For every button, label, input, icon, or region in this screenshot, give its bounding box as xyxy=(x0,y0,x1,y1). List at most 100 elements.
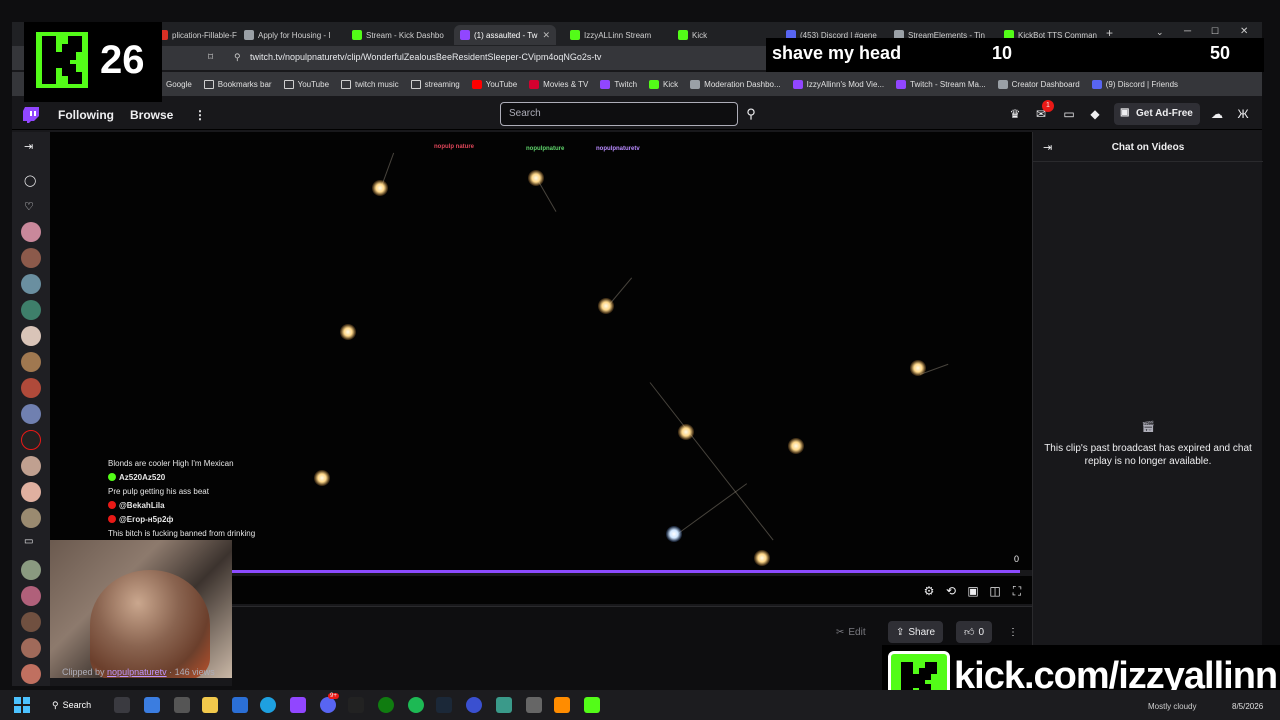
bookmark-item[interactable]: Movies & TV xyxy=(529,79,588,89)
app-icon[interactable] xyxy=(496,697,512,713)
search-input[interactable]: Search xyxy=(500,102,738,126)
tab-izzy-stream[interactable]: IzzyALLinn Stream xyxy=(564,25,664,45)
tab-kick-dashboard[interactable]: Stream - Kick Dashbo xyxy=(346,25,446,45)
prime-crown-icon[interactable]: ♛ xyxy=(1008,107,1022,121)
folder-icon xyxy=(203,79,214,89)
tab-kick[interactable]: Kick xyxy=(672,25,772,45)
cloud-icon[interactable]: ☁ xyxy=(1210,107,1224,121)
channel-avatar[interactable] xyxy=(21,456,41,476)
theatre-mode-icon[interactable]: ◫ xyxy=(988,584,1002,598)
weather-text[interactable]: Mostly cloudy xyxy=(1148,702,1196,711)
fullscreen-icon[interactable]: ⛶ xyxy=(1010,584,1024,598)
maximize-button[interactable]: ☐ xyxy=(1211,26,1219,37)
bookmark-star-icon[interactable]: ⌑ xyxy=(208,52,213,63)
following-heart-icon[interactable]: ♡ xyxy=(24,200,34,213)
expand-sidebar-icon[interactable]: ⇥ xyxy=(24,140,33,153)
video-camera-icon[interactable]: ▭ xyxy=(24,536,33,547)
app-icon[interactable] xyxy=(466,697,482,713)
minimize-button[interactable]: ─ xyxy=(1184,26,1191,37)
share-button[interactable]: ⇪ Share xyxy=(888,621,944,643)
twitch-logo-icon[interactable] xyxy=(22,106,40,124)
nav-following[interactable]: Following xyxy=(58,108,114,122)
clipper-link[interactable]: nopulpnaturetv xyxy=(107,667,167,677)
settings-gear-icon[interactable]: ⚙ xyxy=(922,584,936,598)
channel-avatar[interactable] xyxy=(21,352,41,372)
channel-avatar[interactable] xyxy=(21,248,41,268)
tab-housing[interactable]: Apply for Housing - I xyxy=(238,25,338,45)
user-avatar[interactable]: Ж xyxy=(1236,107,1250,121)
bookmark-item[interactable]: twitch music xyxy=(341,79,399,89)
watermark-logo: nopulpnature xyxy=(526,146,565,152)
channel-avatar[interactable] xyxy=(21,560,41,580)
search-icon[interactable]: ⚲ xyxy=(740,102,762,126)
bits-icon[interactable]: ◆ xyxy=(1088,107,1102,121)
clip-icon[interactable]: ⟲ xyxy=(944,584,958,598)
platform-badge-icon xyxy=(108,473,116,481)
app-icon[interactable] xyxy=(526,697,542,713)
more-options-icon[interactable]: ⋮ xyxy=(194,108,206,122)
url-field[interactable]: twitch.tv/nopulpnaturetv/clip/WonderfulZ… xyxy=(250,52,601,62)
light-orb xyxy=(910,360,926,376)
xbox-icon[interactable] xyxy=(378,697,394,713)
spotify-icon[interactable] xyxy=(408,697,424,713)
channel-avatar[interactable] xyxy=(21,612,41,632)
chat-overlay-line: Pre pulp getting his ass beat xyxy=(108,484,300,498)
vlc-icon[interactable] xyxy=(554,697,570,713)
clock-date[interactable]: 8/5/2026 xyxy=(1232,702,1263,711)
bookmark-item[interactable]: Bookmarks bar xyxy=(203,79,272,89)
bookmark-item[interactable]: Creator Dashboard xyxy=(997,79,1080,89)
edge-icon[interactable] xyxy=(260,697,276,713)
channel-avatar[interactable] xyxy=(21,300,41,320)
task-view-icon[interactable] xyxy=(114,697,130,713)
widgets-icon[interactable] xyxy=(174,697,190,713)
discord-icon[interactable] xyxy=(320,697,336,713)
nav-browse[interactable]: Browse xyxy=(130,108,173,122)
site-info-icon[interactable]: ⚲ xyxy=(234,52,241,63)
bookmark-item[interactable]: Twitch xyxy=(600,79,637,89)
file-explorer-icon[interactable] xyxy=(202,697,218,713)
taskbar-search[interactable]: ⚲ Search xyxy=(46,696,102,714)
close-tab-icon[interactable]: ✕ xyxy=(542,30,556,41)
channel-avatar[interactable] xyxy=(21,378,41,398)
tab-search-icon[interactable]: ⌄ xyxy=(1156,27,1164,38)
channel-avatar[interactable] xyxy=(21,508,41,528)
store-icon[interactable] xyxy=(232,697,248,713)
twitch-app-icon[interactable] xyxy=(290,697,306,713)
channel-avatar[interactable] xyxy=(21,664,41,684)
bookmark-item[interactable]: YouTube xyxy=(471,79,517,89)
copilot-icon[interactable] xyxy=(144,697,160,713)
channel-avatar[interactable] xyxy=(21,482,41,502)
window-close-button[interactable]: ✕ xyxy=(1240,26,1248,37)
whispers-icon[interactable]: ▭ xyxy=(1062,107,1076,121)
kick-app-icon[interactable] xyxy=(584,697,600,713)
watermark-logo: nopulp nature xyxy=(434,144,474,150)
like-button[interactable]: 👍︎ 0 xyxy=(956,621,993,643)
bookmark-item[interactable]: Kick xyxy=(649,79,678,89)
bookmark-item[interactable]: Twitch - Stream Ma... xyxy=(896,79,986,89)
steam-icon[interactable] xyxy=(436,697,452,713)
channel-avatar[interactable] xyxy=(21,274,41,294)
channel-avatar[interactable] xyxy=(21,222,41,242)
audio-app-icon[interactable] xyxy=(348,697,364,713)
video-progress-bar[interactable] xyxy=(232,570,1020,573)
light-orb xyxy=(598,298,614,314)
windows-start-icon[interactable] xyxy=(14,697,30,713)
site-favicon-icon xyxy=(529,79,540,89)
channel-avatar[interactable] xyxy=(21,404,41,424)
bookmark-item[interactable]: Moderation Dashbo... xyxy=(690,79,781,89)
get-ad-free-button[interactable]: ▣ Get Ad-Free xyxy=(1114,103,1200,125)
recommended-icon[interactable]: ◯ xyxy=(24,174,36,187)
bookmark-item[interactable]: IzzyAllinn's Mod Vie... xyxy=(792,79,884,89)
bookmark-item[interactable]: (9) Discord | Friends xyxy=(1091,79,1178,89)
channel-avatar[interactable] xyxy=(21,638,41,658)
tab-twitch-clip[interactable]: (1) assaulted - Tw ✕ xyxy=(454,25,556,45)
bookmark-item[interactable]: streaming xyxy=(410,79,460,89)
edit-button[interactable]: ✂ Edit xyxy=(828,621,874,643)
channel-avatar[interactable] xyxy=(21,430,41,450)
channel-avatar[interactable] xyxy=(21,586,41,606)
tab-pdf[interactable]: plication-Fillable-F xyxy=(152,25,248,45)
more-actions-icon[interactable]: ⋮ xyxy=(1000,621,1026,643)
channel-avatar[interactable] xyxy=(21,326,41,346)
bookmark-item[interactable]: YouTube xyxy=(283,79,329,89)
mini-player-icon[interactable]: ▣ xyxy=(966,584,980,598)
